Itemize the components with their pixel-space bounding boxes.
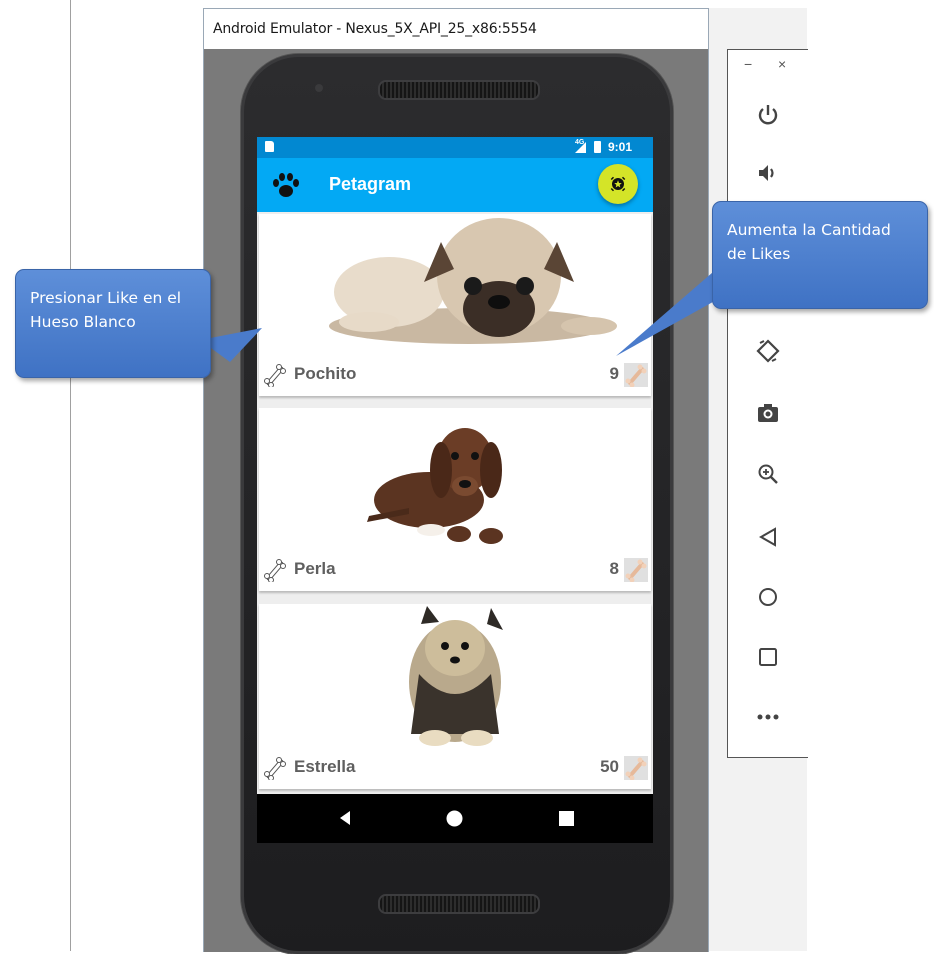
home-icon[interactable] <box>446 810 463 827</box>
overview-button[interactable] <box>728 637 808 677</box>
like-bone-button[interactable] <box>263 558 287 583</box>
callout-pointer-right <box>616 266 720 356</box>
clock: 9:01 <box>608 140 633 154</box>
bone-icon <box>625 559 647 583</box>
pet-card: Pochito 9 <box>259 214 651 396</box>
likes-bone-icon <box>624 558 648 583</box>
volume-up-button[interactable] <box>728 153 808 193</box>
callout-left: Presionar Like en el Hueso Blanco <box>15 269 211 378</box>
pet-photo <box>409 606 503 746</box>
bone-icon <box>625 364 647 388</box>
app-toolbar: Petagram <box>257 158 653 212</box>
top-speaker <box>378 80 540 100</box>
like-bone-button[interactable] <box>263 363 287 388</box>
pet-photo <box>367 428 503 544</box>
overview-icon <box>759 648 777 666</box>
pet-likes-count: 8 <box>609 559 619 578</box>
window-title[interactable]: Android Emulator - Nexus_5X_API_25_x86:5… <box>204 9 708 49</box>
phone-screen: 4G 9:01 Petagram Pochito 9 Perla 8 Estre… <box>257 137 653 843</box>
pet-likes-count: 9 <box>609 364 619 383</box>
power-button[interactable] <box>728 95 808 135</box>
close-icon[interactable]: × <box>778 56 786 72</box>
more-icon <box>757 714 779 720</box>
home-button[interactable] <box>728 577 808 617</box>
android-nav-bar <box>257 794 653 843</box>
minimize-icon[interactable]: − <box>744 56 752 72</box>
favorites-fab[interactable] <box>598 164 638 204</box>
recents-icon[interactable] <box>559 811 574 826</box>
likes-bone-icon <box>624 363 648 388</box>
back-button[interactable] <box>728 517 808 557</box>
screenshot-button[interactable] <box>728 393 808 433</box>
bone-icon <box>264 559 286 583</box>
app-title: Petagram <box>329 174 412 194</box>
callout-right: Aumenta la Cantidad de Likes <box>712 201 928 309</box>
bone-icon <box>264 757 286 781</box>
pet-card: Estrella 50 <box>259 604 651 789</box>
sd-card-icon <box>265 141 274 152</box>
back-icon[interactable] <box>337 810 353 826</box>
pet-name: Perla <box>294 559 336 578</box>
bone-icon <box>264 364 286 388</box>
power-icon <box>758 105 778 125</box>
pet-name: Estrella <box>294 757 356 776</box>
pet-card: Perla 8 <box>259 408 651 591</box>
network-type: 4G <box>575 139 585 146</box>
pet-likes-count: 50 <box>600 757 619 776</box>
camera-icon <box>758 404 778 422</box>
front-camera <box>315 84 323 92</box>
battery-icon <box>594 141 601 153</box>
page-margin-line <box>70 0 71 951</box>
more-button[interactable] <box>728 697 808 737</box>
rotate-right-icon <box>756 339 780 363</box>
like-bone-button[interactable] <box>263 756 287 781</box>
bottom-speaker <box>378 894 540 914</box>
home-icon <box>759 588 777 606</box>
emulator-side-toolbar: − × <box>727 49 808 758</box>
status-bar: 4G 9:01 <box>257 137 653 158</box>
pet-photo <box>329 218 617 344</box>
zoom-button[interactable] <box>728 454 808 494</box>
zoom-icon <box>758 464 778 484</box>
pet-name: Pochito <box>294 364 357 383</box>
volume-up-icon <box>759 165 774 181</box>
back-icon <box>758 527 776 547</box>
star-icon <box>610 176 626 192</box>
likes-bone-icon <box>624 756 648 781</box>
paw-icon <box>273 173 299 197</box>
bone-icon <box>625 757 647 781</box>
rotate-right-button[interactable] <box>728 331 808 371</box>
